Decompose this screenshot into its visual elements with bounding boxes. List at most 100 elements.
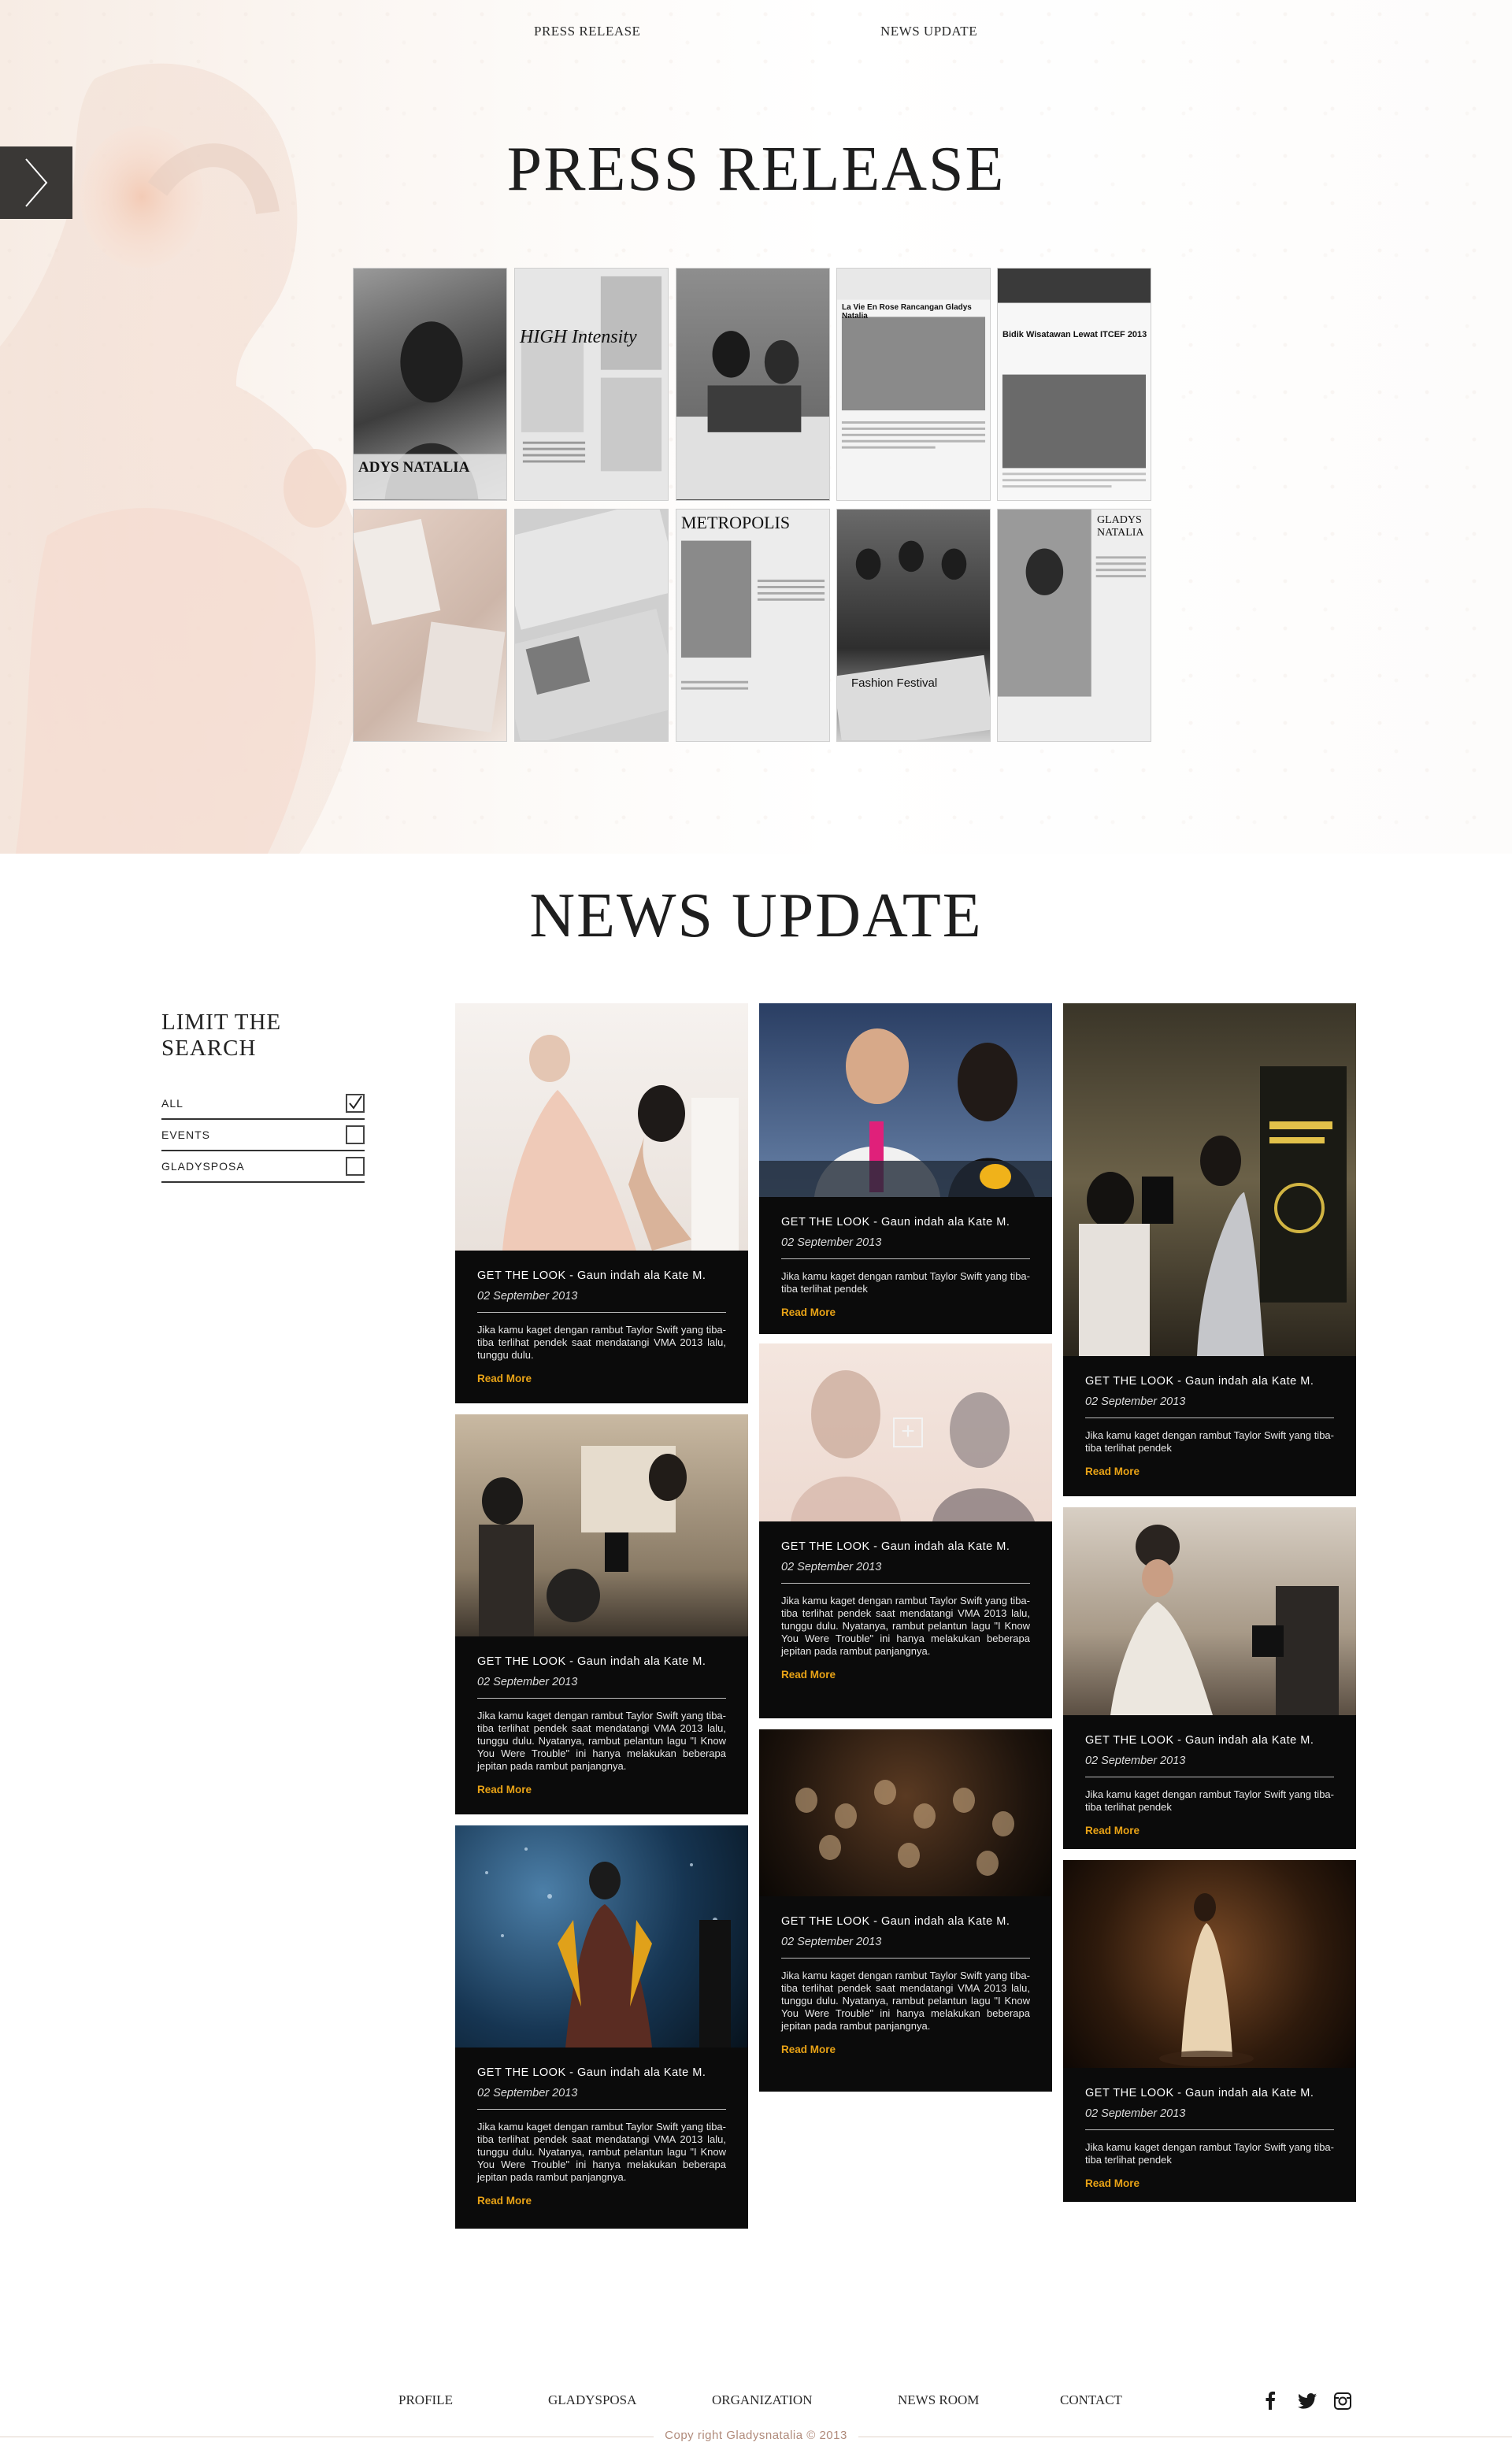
news-photo[interactable]	[455, 1003, 748, 1251]
news-excerpt: Jika kamu kaget dengan rambut Taylor Swi…	[781, 1270, 1030, 1295]
nav-news-update[interactable]: NEWS UPDATE	[880, 24, 977, 39]
filter-option-gladysposa[interactable]: GLADYSPOSA	[161, 1151, 365, 1183]
read-more-link[interactable]: Read More	[477, 1373, 532, 1384]
divider	[477, 1312, 726, 1313]
checkbox[interactable]	[346, 1157, 365, 1176]
press-caption: HIGH Intensity	[520, 327, 637, 347]
press-thumb[interactable]: ADYS NATALIA	[353, 268, 507, 501]
press-caption: Bidik Wisatawan Lewat ITCEF 2013	[1002, 330, 1147, 339]
news-update-title: NEWS UPDATE	[529, 881, 983, 951]
news-date: 02 September 2013	[781, 1236, 882, 1249]
press-thumb[interactable]	[514, 509, 669, 742]
news-excerpt: Jika kamu kaget dengan rambut Taylor Swi…	[1085, 1788, 1334, 1813]
read-more-link[interactable]: Read More	[781, 1669, 836, 1681]
news-photo[interactable]	[1063, 1003, 1356, 1356]
news-photo[interactable]	[759, 1729, 1052, 1896]
top-nav: PRESS RELEASE NEWS UPDATE	[0, 24, 1512, 47]
news-excerpt: Jika kamu kaget dengan rambut Taylor Swi…	[1085, 2141, 1334, 2166]
news-excerpt: Jika kamu kaget dengan rambut Taylor Swi…	[477, 1324, 726, 1361]
press-caption: Fashion Festival	[851, 676, 938, 690]
filter-label: ALL	[161, 1097, 183, 1110]
news-date: 02 September 2013	[477, 2087, 578, 2099]
news-date: 02 September 2013	[477, 1676, 578, 1688]
twitter-icon[interactable]	[1298, 2393, 1317, 2409]
filter-option-all[interactable]: ALL	[161, 1088, 365, 1120]
news-date: 02 September 2013	[477, 1290, 578, 1303]
news-title: GET THE LOOK - Gaun indah ala Kate M.	[477, 2066, 706, 2079]
press-thumb[interactable]: HIGH Intensity	[514, 268, 669, 501]
press-thumb[interactable]: La Vie En Rose Rancangan Gladys Natalia	[836, 268, 991, 501]
divider	[477, 1698, 726, 1699]
read-more-link[interactable]: Read More	[1085, 1466, 1140, 1477]
read-more-link[interactable]: Read More	[1085, 1825, 1140, 1836]
footer-link-contact[interactable]: CONTACT	[1060, 2392, 1122, 2408]
press-release-gallery: ADYS NATALIA HIGH Intensity La Vie En Ro…	[353, 268, 1151, 742]
nav-press-release[interactable]: PRESS RELEASE	[534, 24, 640, 39]
checkbox[interactable]	[346, 1125, 365, 1144]
checkbox-checked[interactable]	[346, 1094, 365, 1113]
news-excerpt: Jika kamu kaget dengan rambut Taylor Swi…	[781, 1595, 1030, 1657]
news-title: GET THE LOOK - Gaun indah ala Kate M.	[1085, 1375, 1314, 1388]
news-card: GET THE LOOK - Gaun indah ala Kate M. 02…	[455, 1825, 748, 2229]
read-more-link[interactable]: Read More	[1085, 2177, 1140, 2189]
check-icon	[349, 1095, 362, 1110]
footer-nav: PROFILE GLADYSPOSA ORGANIZATION NEWS ROO…	[0, 2392, 1512, 2414]
zoom-plus-icon[interactable]: +	[893, 1418, 923, 1447]
divider	[781, 1958, 1030, 1959]
news-photo[interactable]	[1063, 1507, 1356, 1715]
news-title: GET THE LOOK - Gaun indah ala Kate M.	[1085, 1734, 1314, 1747]
news-excerpt: Jika kamu kaget dengan rambut Taylor Swi…	[781, 1970, 1030, 2032]
news-excerpt: Jika kamu kaget dengan rambut Taylor Swi…	[477, 1710, 726, 1772]
search-filter: LIMIT THE SEARCH ALL EVENTS GLADYSPOSA	[161, 1010, 365, 1183]
facebook-icon[interactable]	[1265, 2391, 1276, 2410]
press-thumb[interactable]	[676, 268, 830, 501]
read-more-link[interactable]: Read More	[781, 2044, 836, 2055]
press-thumb[interactable]	[353, 509, 507, 742]
footer-link-gladysposa[interactable]: GLADYSPOSA	[548, 2392, 636, 2408]
press-thumb[interactable]: Bidik Wisatawan Lewat ITCEF 2013	[997, 268, 1151, 501]
divider	[1085, 2129, 1334, 2130]
press-thumb[interactable]: GLADYS NATALIA	[997, 509, 1151, 742]
footer-link-news-room[interactable]: NEWS ROOM	[898, 2392, 979, 2408]
news-date: 02 September 2013	[1085, 1395, 1186, 1408]
copyright-text: Copy right Gladysnatalia © 2013	[0, 2429, 1512, 2442]
news-date: 02 September 2013	[1085, 2107, 1186, 2120]
read-more-link[interactable]: Read More	[477, 1784, 532, 1796]
news-photo[interactable]	[1063, 1860, 1356, 2068]
news-title: GET THE LOOK - Gaun indah ala Kate M.	[781, 1216, 1010, 1228]
read-more-link[interactable]: Read More	[477, 2195, 532, 2207]
news-card: GET THE LOOK - Gaun indah ala Kate M. 02…	[455, 1003, 748, 1403]
news-excerpt: Jika kamu kaget dengan rambut Taylor Swi…	[1085, 1429, 1334, 1454]
news-card: GET THE LOOK - Gaun indah ala Kate M. 02…	[455, 1414, 748, 1814]
news-card: GET THE LOOK - Gaun indah ala Kate M. 02…	[1063, 1507, 1356, 1849]
news-card: GET THE LOOK - Gaun indah ala Kate M. 02…	[1063, 1860, 1356, 2202]
read-more-link[interactable]: Read More	[781, 1306, 836, 1318]
footer-link-organization[interactable]: ORGANIZATION	[712, 2392, 812, 2408]
news-title: GET THE LOOK - Gaun indah ala Kate M.	[477, 1655, 706, 1668]
news-photo[interactable]	[455, 1414, 748, 1636]
news-date: 02 September 2013	[1085, 1755, 1186, 1767]
news-card: GET THE LOOK - Gaun indah ala Kate M. 02…	[759, 1003, 1052, 1334]
hero-section: PRESS RELEASE NEWS UPDATE PRESS RELEASE …	[0, 0, 1512, 854]
press-thumb[interactable]: METROPOLIS	[676, 509, 830, 742]
filter-option-events[interactable]: EVENTS	[161, 1120, 365, 1151]
press-caption: ADYS NATALIA	[358, 459, 470, 476]
news-photo[interactable]: +	[759, 1343, 1052, 1521]
news-card: + GET THE LOOK - Gaun indah ala Kate M. …	[759, 1343, 1052, 1718]
press-caption: GLADYS NATALIA	[1097, 514, 1144, 539]
divider	[781, 1583, 1030, 1584]
copyright-label: Copy right Gladysnatalia © 2013	[654, 2429, 858, 2442]
filter-title: LIMIT THE SEARCH	[161, 1010, 282, 1061]
filter-label: EVENTS	[161, 1128, 211, 1141]
footer-link-profile[interactable]: PROFILE	[398, 2392, 453, 2408]
news-card: GET THE LOOK - Gaun indah ala Kate M. 02…	[759, 1729, 1052, 2092]
news-photo[interactable]	[455, 1825, 748, 2048]
instagram-icon[interactable]	[1334, 2392, 1351, 2410]
news-date: 02 September 2013	[781, 1561, 882, 1573]
filter-label: GLADYSPOSA	[161, 1160, 245, 1173]
press-thumb[interactable]: Fashion Festival	[836, 509, 991, 742]
press-release-title: PRESS RELEASE	[506, 135, 1006, 204]
news-photo[interactable]	[759, 1003, 1052, 1197]
news-title: GET THE LOOK - Gaun indah ala Kate M.	[781, 1915, 1010, 1928]
news-title: GET THE LOOK - Gaun indah ala Kate M.	[477, 1269, 706, 1282]
